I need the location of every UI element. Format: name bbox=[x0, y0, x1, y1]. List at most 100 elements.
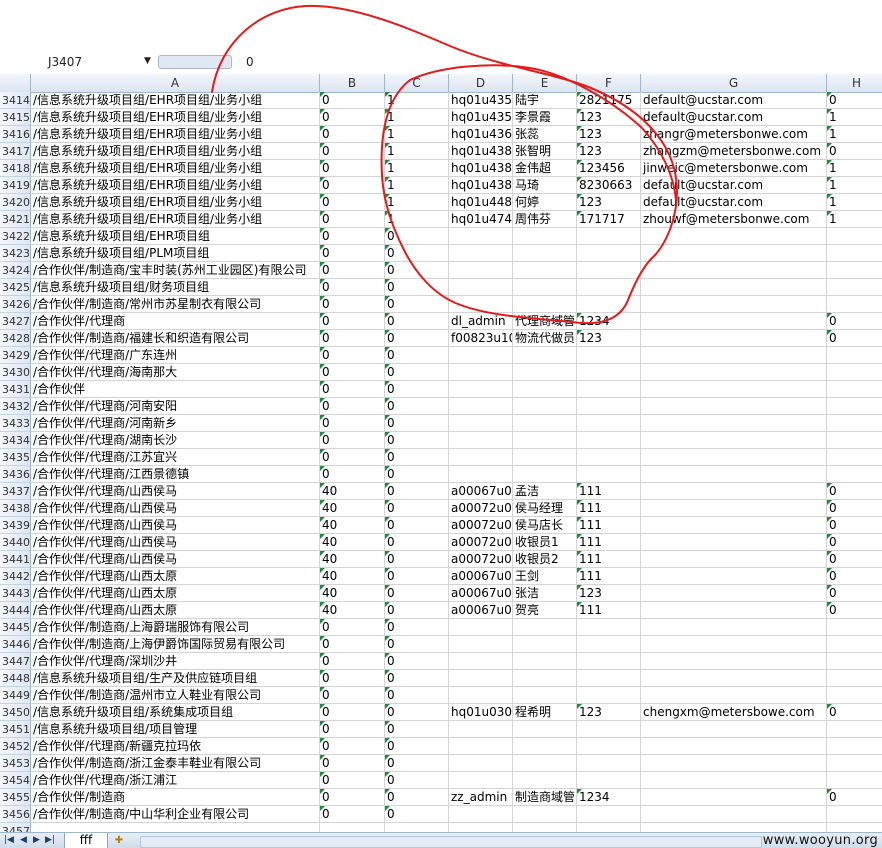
cell-a[interactable]: /合作伙伴/代理商/山西侯马 bbox=[31, 483, 320, 500]
cell-f[interactable] bbox=[577, 449, 641, 466]
cell-f[interactable] bbox=[577, 687, 641, 704]
row-header[interactable]: 3423 bbox=[0, 245, 31, 262]
cell-b[interactable]: 0 bbox=[320, 466, 385, 483]
cell-b[interactable]: 0 bbox=[320, 347, 385, 364]
row-header[interactable]: 3445 bbox=[0, 619, 31, 636]
cell-g[interactable] bbox=[641, 415, 827, 432]
row-header[interactable]: 3421 bbox=[0, 211, 31, 228]
cell-b[interactable]: 0 bbox=[320, 789, 385, 806]
row-header[interactable]: 3436 bbox=[0, 466, 31, 483]
cell-c[interactable]: 0 bbox=[385, 534, 449, 551]
cell-g[interactable] bbox=[641, 772, 827, 789]
cell-c[interactable]: 0 bbox=[385, 721, 449, 738]
cell-f[interactable]: 171717 bbox=[577, 211, 641, 228]
cell-d[interactable] bbox=[449, 772, 513, 789]
cell-e[interactable] bbox=[513, 398, 577, 415]
row-header[interactable]: 3432 bbox=[0, 398, 31, 415]
row-header[interactable]: 3416 bbox=[0, 126, 31, 143]
cell-c[interactable]: 0 bbox=[385, 585, 449, 602]
cell-d[interactable]: f00823u10 bbox=[449, 330, 513, 347]
cell-f[interactable] bbox=[577, 755, 641, 772]
cell-e[interactable] bbox=[513, 415, 577, 432]
cell-e[interactable] bbox=[513, 687, 577, 704]
cell-g[interactable] bbox=[641, 551, 827, 568]
cell-c[interactable]: 0 bbox=[385, 279, 449, 296]
cell-h[interactable] bbox=[827, 381, 882, 398]
cell-c[interactable]: 1 bbox=[385, 92, 449, 109]
next-sheet-icon[interactable]: ▶ bbox=[33, 835, 40, 845]
cell-d[interactable] bbox=[449, 347, 513, 364]
cell-b[interactable]: 0 bbox=[320, 177, 385, 194]
cell-d[interactable]: hq01u4382 bbox=[449, 143, 513, 160]
cell-c[interactable]: 0 bbox=[385, 789, 449, 806]
cell-h[interactable] bbox=[827, 279, 882, 296]
cell-c[interactable]: 0 bbox=[385, 449, 449, 466]
cell-b[interactable]: 0 bbox=[320, 228, 385, 245]
cell-h[interactable]: 0 bbox=[827, 602, 882, 619]
row-header[interactable]: 3453 bbox=[0, 755, 31, 772]
cell-g[interactable] bbox=[641, 670, 827, 687]
cell-b[interactable]: 0 bbox=[320, 109, 385, 126]
row-header[interactable]: 3433 bbox=[0, 415, 31, 432]
cell-g[interactable] bbox=[641, 432, 827, 449]
cell-a[interactable]: /信息系统升级项目组/项目管理 bbox=[31, 721, 320, 738]
cell-f[interactable] bbox=[577, 653, 641, 670]
cell-f[interactable]: 123 bbox=[577, 330, 641, 347]
cell-e[interactable]: 何婷 bbox=[513, 194, 577, 211]
cell-d[interactable] bbox=[449, 636, 513, 653]
cell-f[interactable] bbox=[577, 364, 641, 381]
cell-c[interactable]: 0 bbox=[385, 602, 449, 619]
cell-d[interactable]: dl_admin bbox=[449, 313, 513, 330]
row-header[interactable]: 3427 bbox=[0, 313, 31, 330]
cell-b[interactable]: 0 bbox=[320, 636, 385, 653]
cell-f[interactable] bbox=[577, 262, 641, 279]
cell-h[interactable] bbox=[827, 619, 882, 636]
row-header[interactable]: 3454 bbox=[0, 772, 31, 789]
cell-g[interactable]: zhangzm@metersbonwe.com bbox=[641, 143, 827, 160]
cell-g[interactable] bbox=[641, 296, 827, 313]
cell-e[interactable] bbox=[513, 653, 577, 670]
cell-c[interactable]: 0 bbox=[385, 755, 449, 772]
row-header[interactable]: 3440 bbox=[0, 534, 31, 551]
cell-g[interactable] bbox=[641, 789, 827, 806]
cell-e[interactable]: 张智明 bbox=[513, 143, 577, 160]
cell-g[interactable] bbox=[641, 653, 827, 670]
cell-a[interactable]: /合作伙伴/代理商/山西侯马 bbox=[31, 500, 320, 517]
cell-g[interactable] bbox=[641, 636, 827, 653]
cell-f[interactable]: 123 bbox=[577, 585, 641, 602]
cell-a[interactable]: /合作伙伴/制造商/温州市立人鞋业有限公司 bbox=[31, 687, 320, 704]
cell-a[interactable]: /信息系统升级项目组/EHR项目组 bbox=[31, 228, 320, 245]
row-header[interactable]: 3414 bbox=[0, 92, 31, 109]
cell-f[interactable] bbox=[577, 721, 641, 738]
cell-a[interactable]: /合作伙伴/制造商/常州市苏星制衣有限公司 bbox=[31, 296, 320, 313]
cell-g[interactable] bbox=[641, 330, 827, 347]
column-header-g[interactable]: G bbox=[641, 74, 827, 92]
cell-c[interactable]: 0 bbox=[385, 262, 449, 279]
cell-e[interactable] bbox=[513, 432, 577, 449]
cell-b[interactable]: 40 bbox=[320, 534, 385, 551]
cell-c[interactable]: 0 bbox=[385, 398, 449, 415]
cell-h[interactable] bbox=[827, 262, 882, 279]
cell-c[interactable]: 1 bbox=[385, 194, 449, 211]
cell-d[interactable] bbox=[449, 619, 513, 636]
cell-c[interactable]: 1 bbox=[385, 126, 449, 143]
row-header[interactable]: 3429 bbox=[0, 347, 31, 364]
cell-d[interactable]: a00067u00 bbox=[449, 568, 513, 585]
cell-f[interactable]: 111 bbox=[577, 483, 641, 500]
cell-f[interactable]: 123 bbox=[577, 109, 641, 126]
cell-h[interactable] bbox=[827, 449, 882, 466]
cell-d[interactable] bbox=[449, 415, 513, 432]
cell-c[interactable]: 1 bbox=[385, 143, 449, 160]
row-header[interactable]: 3446 bbox=[0, 636, 31, 653]
cell-e[interactable] bbox=[513, 670, 577, 687]
cell-e[interactable] bbox=[513, 755, 577, 772]
row-header[interactable]: 3417 bbox=[0, 143, 31, 160]
cell-h[interactable]: 0 bbox=[827, 789, 882, 806]
cell-d[interactable] bbox=[449, 364, 513, 381]
cell-h[interactable] bbox=[827, 670, 882, 687]
cell-e[interactable] bbox=[513, 381, 577, 398]
insert-function-button[interactable] bbox=[158, 55, 232, 69]
cell-f[interactable]: 111 bbox=[577, 568, 641, 585]
cell-e[interactable] bbox=[513, 262, 577, 279]
cell-h[interactable] bbox=[827, 687, 882, 704]
